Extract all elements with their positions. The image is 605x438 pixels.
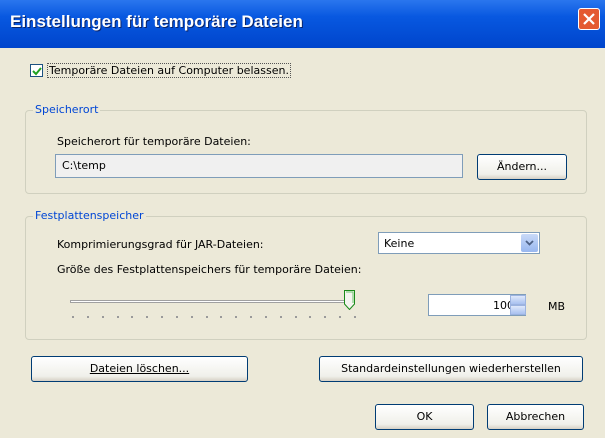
- delete-files-button[interactable]: Dateien löschen...: [31, 356, 248, 382]
- compression-label: Komprimierungsgrad für JAR-Dateien:: [57, 238, 264, 251]
- close-button[interactable]: [578, 8, 600, 30]
- slider-tick: [279, 316, 282, 318]
- slider-tick: [324, 316, 327, 318]
- cancel-button[interactable]: Abbrechen: [487, 404, 584, 430]
- keep-files-label[interactable]: Temporäre Dateien auf Computer belassen.: [47, 63, 291, 78]
- spin-down-button[interactable]: [510, 305, 526, 315]
- slider-tick: [220, 316, 223, 318]
- slider-tick: [250, 316, 253, 318]
- compression-selected-value: Keine: [384, 237, 415, 250]
- location-field-label: Speicherort für temporäre Dateien:: [57, 135, 251, 148]
- slider-tick: [175, 316, 178, 318]
- slider-tick: [161, 316, 164, 318]
- slider-tick: [294, 316, 297, 318]
- spin-up-button[interactable]: [510, 295, 526, 305]
- delete-files-label: Dateien löschen...: [89, 362, 190, 375]
- slider-tick: [190, 316, 193, 318]
- slider-tick: [339, 316, 342, 318]
- size-spinner[interactable]: [510, 295, 526, 315]
- keep-files-checkbox[interactable]: [30, 64, 43, 77]
- slider-tick: [205, 316, 208, 318]
- slider-tick: [72, 316, 74, 318]
- size-slider-thumb[interactable]: [344, 290, 355, 310]
- title-bar[interactable]: Einstellungen für temporäre Dateien: [0, 0, 605, 48]
- change-location-button[interactable]: Ändern...: [477, 154, 567, 180]
- location-path-field[interactable]: C:\temp: [55, 154, 463, 178]
- size-unit-label: MB: [548, 300, 566, 313]
- slider-tick: [101, 316, 104, 318]
- restore-defaults-button[interactable]: Standardeinstellungen wiederherstellen: [319, 356, 583, 382]
- slider-tick: [131, 316, 134, 318]
- window-title: Einstellungen für temporäre Dateien: [10, 12, 303, 31]
- size-slider-ticks: [72, 316, 356, 320]
- ok-button[interactable]: OK: [375, 404, 474, 430]
- checkmark-icon: [32, 67, 42, 76]
- chevron-down-icon: [525, 240, 534, 246]
- dialog-content: Temporäre Dateien auf Computer belassen.…: [0, 48, 605, 438]
- slider-tick: [235, 316, 238, 318]
- size-label: Größe des Festplattenspeichers für tempo…: [57, 263, 362, 276]
- slider-tick: [354, 316, 356, 318]
- slider-tick: [86, 316, 89, 318]
- location-group-title: Speicherort: [33, 103, 101, 116]
- size-slider-track[interactable]: [70, 300, 355, 303]
- location-group: [25, 110, 587, 194]
- slider-tick: [309, 316, 312, 318]
- slider-tick: [116, 316, 119, 318]
- dropdown-button[interactable]: [521, 234, 538, 252]
- slider-tick: [146, 316, 149, 318]
- close-icon: [583, 13, 595, 25]
- disk-group-title: Festplattenspeicher: [33, 209, 146, 222]
- compression-select[interactable]: Keine: [378, 232, 540, 254]
- slider-tick: [264, 316, 267, 318]
